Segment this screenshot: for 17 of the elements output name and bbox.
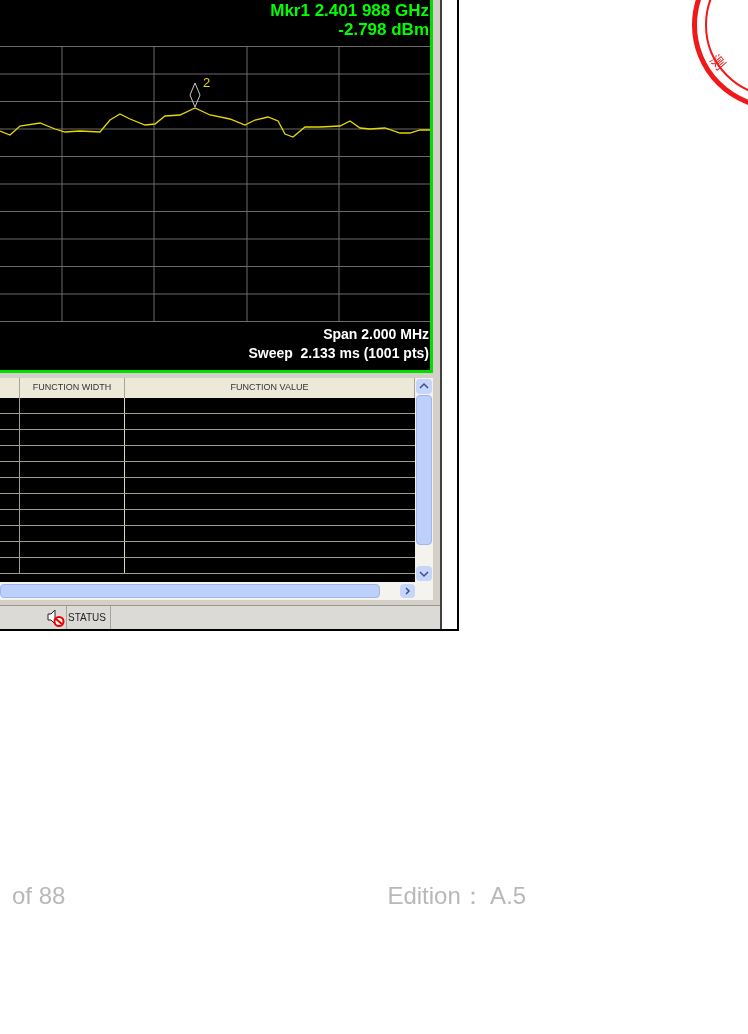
scroll-down-icon[interactable]: [416, 566, 432, 581]
page-number: of 88: [12, 881, 66, 911]
scroll-up-icon[interactable]: [416, 379, 432, 394]
span-readout: Span 2.000 MHz: [323, 325, 429, 344]
marker-diamond-icon: [189, 82, 201, 108]
marker-label: 2: [203, 76, 211, 89]
speaker-muted-icon[interactable]: [47, 608, 65, 627]
marker-amplitude: -2.798 dBm: [338, 20, 429, 39]
scroll-thumb[interactable]: [0, 584, 380, 598]
status-label[interactable]: STATUS: [66, 606, 111, 629]
scroll-right-icon[interactable]: [400, 584, 415, 598]
scroll-thumb[interactable]: [416, 395, 432, 545]
vertical-scrollbar[interactable]: [415, 378, 433, 582]
sweep-readout: Sweep 2.133 ms (1001 pts): [248, 344, 429, 363]
edition-label: Edition： A.5: [387, 881, 527, 911]
marker-frequency: Mkr1 2.401 988 GHz: [270, 1, 429, 20]
horizontal-scrollbar[interactable]: [0, 582, 433, 600]
